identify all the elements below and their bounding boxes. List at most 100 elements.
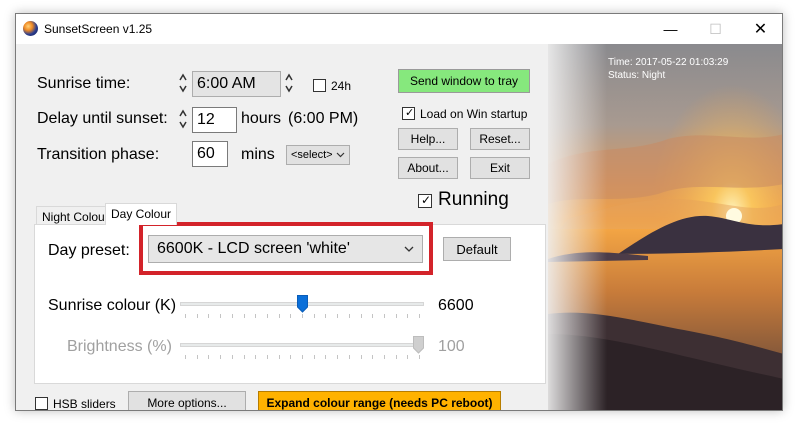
slider-tick [395, 314, 397, 318]
slider-tick [337, 355, 339, 359]
maximize-icon[interactable]: ☐ [693, 14, 738, 44]
transition-unit-label: mins [241, 146, 275, 163]
slider-tick [278, 355, 280, 359]
slider-tick [302, 355, 303, 359]
slider-tick [266, 314, 268, 318]
hsb-sliders-checkbox[interactable] [35, 397, 48, 410]
brightness-slider-thumb-icon [413, 336, 424, 354]
day-preset-label: Day preset: [48, 242, 130, 259]
delay-spinner-arrows-icon[interactable] [178, 107, 188, 131]
sunrise-time-spinner-icon[interactable] [284, 71, 294, 95]
status-readout: Status: Night [608, 70, 666, 81]
brightness-label: Brightness (%) [67, 338, 172, 355]
slider-tick [266, 355, 268, 359]
hsb-sliders-label: HSB sliders [53, 397, 116, 411]
slider-tick [360, 355, 362, 359]
delay-input[interactable]: 12 [192, 107, 237, 133]
sunrise-colour-slider-thumb-icon[interactable] [296, 295, 308, 313]
client-area: Time: 2017-05-22 01:03:29 Status: Night … [16, 44, 782, 411]
chevron-down-icon [404, 240, 414, 258]
slider-tick [348, 355, 350, 359]
slider-tick [360, 314, 362, 318]
close-icon[interactable]: ✕ [738, 14, 782, 44]
slider-tick [302, 314, 303, 318]
running-checkbox[interactable]: ✓ [418, 193, 432, 208]
slider-tick [395, 355, 397, 359]
h24-checkbox[interactable] [313, 79, 326, 92]
window-title: SunsetScreen v1.25 [44, 22, 153, 36]
slider-tick [383, 355, 385, 359]
delay-label: Delay until sunset: [37, 110, 168, 127]
brightness-slider-track [180, 343, 424, 347]
transition-label: Transition phase: [37, 146, 160, 163]
slider-tick [290, 355, 292, 359]
send-to-tray-button[interactable]: Send window to tray [398, 69, 530, 93]
slider-tick [185, 314, 186, 318]
minimize-icon[interactable]: — [648, 14, 693, 44]
slider-tick [313, 355, 315, 359]
slider-tick [372, 355, 374, 359]
running-label: Running [438, 189, 509, 210]
slider-tick [255, 355, 257, 359]
brightness-ticks [180, 355, 424, 361]
time-readout: Time: 2017-05-22 01:03:29 [608, 57, 729, 68]
day-preset-value: 6600K - LCD screen 'white' [157, 240, 350, 257]
app-window: SunsetScreen v1.25 — ☐ ✕ Time: 2017-05-2… [15, 13, 783, 411]
h24-label: 24h [331, 79, 352, 93]
slider-tick [208, 314, 210, 318]
transition-select[interactable]: <select> [286, 145, 350, 165]
sunrise-time-input[interactable]: 6:00 AM [192, 71, 281, 97]
expand-colour-range-button[interactable]: Expand colour range (needs PC reboot) [258, 391, 501, 410]
slider-tick [220, 314, 222, 318]
delay-unit-label: hours [241, 110, 282, 127]
slider-tick [348, 314, 350, 318]
slider-tick [419, 355, 420, 359]
slider-tick [185, 355, 186, 359]
sunset-image [548, 44, 782, 410]
transition-input[interactable]: 60 [192, 141, 228, 167]
slider-tick [196, 314, 198, 318]
slider-tick [407, 355, 409, 359]
sunset-time-readout: (6:00 PM) [288, 110, 359, 127]
slider-tick [196, 355, 198, 359]
slider-tick [383, 314, 385, 318]
sunrise-time-label: Sunrise time: [37, 75, 131, 92]
slider-tick [419, 314, 420, 318]
slider-tick [243, 355, 245, 359]
transition-select-value: <select> [291, 149, 333, 161]
slider-tick [208, 355, 210, 359]
more-options-button[interactable]: More options... [128, 391, 246, 410]
tab-day-colour[interactable]: Day Colour [105, 203, 178, 225]
sunrise-spinner-arrows-icon[interactable] [178, 71, 188, 95]
about-button[interactable]: About... [398, 157, 458, 179]
slider-tick [278, 314, 280, 318]
load-startup-checkbox[interactable]: ✓ [402, 107, 415, 120]
default-button[interactable]: Default [443, 237, 511, 261]
slider-tick [231, 314, 233, 318]
slider-tick [325, 314, 327, 318]
slider-tick [313, 314, 315, 318]
checkmark-icon: ✓ [405, 107, 415, 119]
slider-tick [407, 314, 409, 318]
slider-tick [243, 314, 245, 318]
chevron-down-icon [336, 149, 345, 161]
slider-tick [255, 314, 257, 318]
sunrise-colour-ticks [180, 314, 424, 320]
checkmark-icon: ✓ [421, 193, 432, 207]
slider-tick [337, 314, 339, 318]
slider-tick [290, 314, 292, 318]
title-bar[interactable]: SunsetScreen v1.25 — ☐ ✕ [16, 14, 782, 44]
day-preset-select[interactable]: 6600K - LCD screen 'white' [148, 235, 423, 263]
slider-tick [231, 355, 233, 359]
slider-tick [325, 355, 327, 359]
slider-tick [220, 355, 222, 359]
sunrise-colour-value: 6600 [438, 297, 474, 314]
exit-button[interactable]: Exit [470, 157, 530, 179]
brightness-value: 100 [438, 338, 465, 355]
app-icon [23, 21, 38, 36]
tab-night-colour[interactable]: Night Colour [36, 206, 115, 225]
load-startup-label: Load on Win startup [420, 107, 528, 121]
help-button[interactable]: Help... [398, 128, 458, 150]
sunset-photo: Time: 2017-05-22 01:03:29 Status: Night [548, 44, 782, 410]
reset-button[interactable]: Reset... [470, 128, 530, 150]
